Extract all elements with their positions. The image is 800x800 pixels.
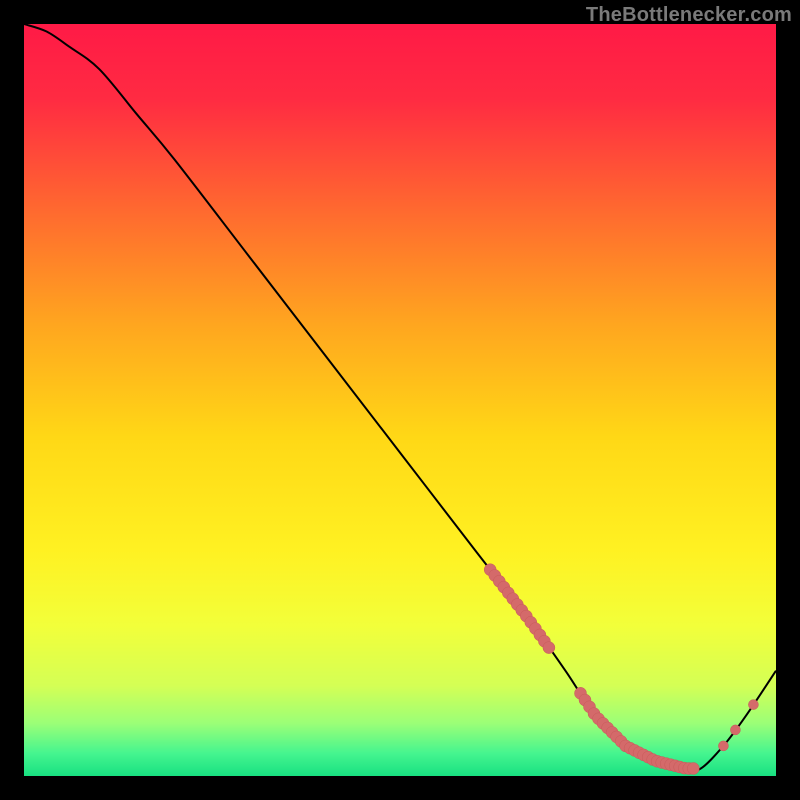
chart-frame: TheBottlenecker.com bbox=[0, 0, 800, 800]
attribution-text: TheBottlenecker.com bbox=[586, 4, 792, 27]
background-gradient bbox=[24, 24, 776, 776]
plot-area bbox=[24, 24, 776, 776]
